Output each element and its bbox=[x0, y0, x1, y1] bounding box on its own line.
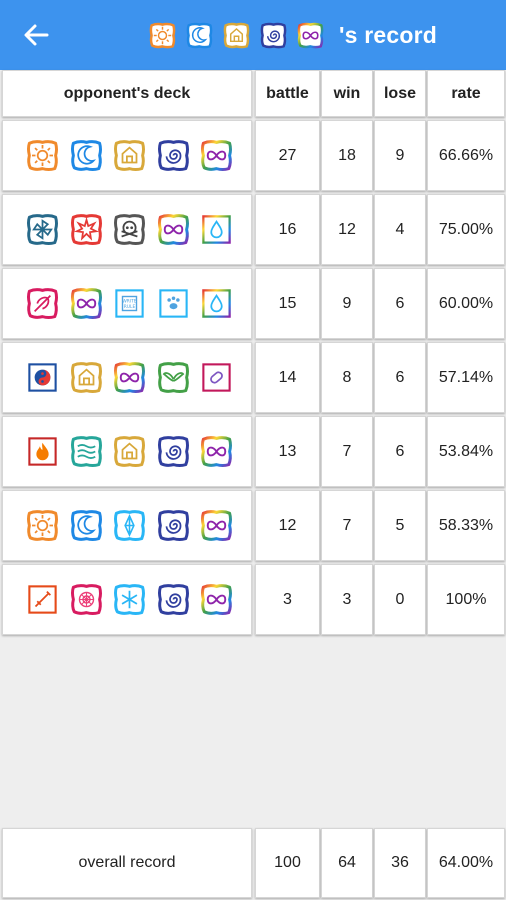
overall-battle: 100 bbox=[255, 828, 320, 898]
waves-card-icon bbox=[69, 434, 104, 469]
header-win: win bbox=[321, 70, 373, 117]
overall-rate: 64.00% bbox=[427, 828, 505, 898]
sun-card-icon bbox=[148, 21, 177, 50]
droplet-card-icon bbox=[199, 212, 234, 247]
opponent-deck-cell[interactable] bbox=[2, 342, 252, 413]
opponent-deck-cell[interactable] bbox=[2, 194, 252, 265]
title-deck-icons bbox=[148, 21, 333, 50]
rate-value: 58.33% bbox=[427, 490, 505, 561]
skull-card-icon bbox=[112, 212, 147, 247]
sword-card-icon bbox=[25, 582, 60, 617]
overall-lose: 36 bbox=[374, 828, 426, 898]
rate-value: 100% bbox=[427, 564, 505, 635]
back-arrow-icon[interactable] bbox=[20, 19, 52, 51]
battle-value: 15 bbox=[255, 268, 320, 339]
header-battle: battle bbox=[255, 70, 320, 117]
header-lose: lose bbox=[374, 70, 426, 117]
lose-value: 5 bbox=[374, 490, 426, 561]
win-value: 9 bbox=[321, 268, 373, 339]
sun-card-icon bbox=[25, 138, 60, 173]
app-bar: 's record bbox=[0, 0, 506, 70]
title-label: 's record bbox=[339, 21, 438, 48]
win-value: 7 bbox=[321, 416, 373, 487]
opponent-deck-cell[interactable]: WRITE RULE bbox=[2, 268, 252, 339]
temple-card-icon bbox=[112, 138, 147, 173]
infinity-card-icon bbox=[69, 286, 104, 321]
moon-card-icon bbox=[185, 21, 214, 50]
opponent-deck-cell[interactable] bbox=[2, 564, 252, 635]
opponent-deck-cell[interactable] bbox=[2, 490, 252, 561]
lose-value: 6 bbox=[374, 416, 426, 487]
moon-card-icon bbox=[69, 138, 104, 173]
battle-value: 13 bbox=[255, 416, 320, 487]
infinity-card-icon bbox=[156, 212, 191, 247]
opponent-deck-cell[interactable] bbox=[2, 120, 252, 191]
lose-value: 0 bbox=[374, 564, 426, 635]
lose-value: 4 bbox=[374, 194, 426, 265]
battle-value: 3 bbox=[255, 564, 320, 635]
rate-value: 53.84% bbox=[427, 416, 505, 487]
temple-card-icon bbox=[69, 360, 104, 395]
lose-value: 6 bbox=[374, 268, 426, 339]
spiral-card-icon bbox=[156, 508, 191, 543]
svg-text:RULE: RULE bbox=[124, 304, 136, 310]
spiral-card-icon bbox=[156, 434, 191, 469]
infinity-card-icon bbox=[112, 360, 147, 395]
yin-yang-card-icon bbox=[25, 360, 60, 395]
sun-card-icon bbox=[25, 508, 60, 543]
win-value: 18 bbox=[321, 120, 373, 191]
battle-value: 12 bbox=[255, 490, 320, 561]
overall-win: 64 bbox=[321, 828, 373, 898]
infinity-card-icon bbox=[296, 21, 325, 50]
infinity-card-icon bbox=[199, 508, 234, 543]
rate-value: 57.14% bbox=[427, 342, 505, 413]
rate-value: 60.00% bbox=[427, 268, 505, 339]
temple-card-icon bbox=[222, 21, 251, 50]
lose-value: 9 bbox=[374, 120, 426, 191]
snowflake-card-icon bbox=[112, 582, 147, 617]
paw-card-icon bbox=[156, 286, 191, 321]
battle-value: 16 bbox=[255, 194, 320, 265]
battle-value: 27 bbox=[255, 120, 320, 191]
wings-card-icon bbox=[156, 360, 191, 395]
temple-card-icon bbox=[112, 434, 147, 469]
spiral-card-icon bbox=[156, 138, 191, 173]
web-card-icon bbox=[69, 582, 104, 617]
pill-card-icon bbox=[199, 360, 234, 395]
win-value: 8 bbox=[321, 342, 373, 413]
page-title: 's record bbox=[148, 17, 437, 53]
spiral-card-icon bbox=[259, 21, 288, 50]
win-value: 3 bbox=[321, 564, 373, 635]
tablet-card-icon: WRITE RULE bbox=[112, 286, 147, 321]
overall-record-label: overall record bbox=[2, 828, 252, 898]
moon-card-icon bbox=[69, 508, 104, 543]
header-opponents-deck: opponent's deck bbox=[2, 70, 252, 117]
infinity-card-icon bbox=[199, 434, 234, 469]
droplet-card-icon bbox=[199, 286, 234, 321]
infinity-card-icon bbox=[199, 138, 234, 173]
infinity-card-icon bbox=[199, 582, 234, 617]
rate-value: 66.66% bbox=[427, 120, 505, 191]
starburst-card-icon bbox=[69, 212, 104, 247]
svg-text:WRITE: WRITE bbox=[122, 299, 136, 305]
opponent-deck-cell[interactable] bbox=[2, 416, 252, 487]
pinwheel-card-icon bbox=[25, 212, 60, 247]
rate-value: 75.00% bbox=[427, 194, 505, 265]
win-value: 12 bbox=[321, 194, 373, 265]
battle-value: 14 bbox=[255, 342, 320, 413]
win-value: 7 bbox=[321, 490, 373, 561]
leaf-card-icon bbox=[25, 286, 60, 321]
flame-card-icon bbox=[25, 434, 60, 469]
spiral-card-icon bbox=[156, 582, 191, 617]
header-rate: rate bbox=[427, 70, 505, 117]
crystal-card-icon bbox=[112, 508, 147, 543]
lose-value: 6 bbox=[374, 342, 426, 413]
